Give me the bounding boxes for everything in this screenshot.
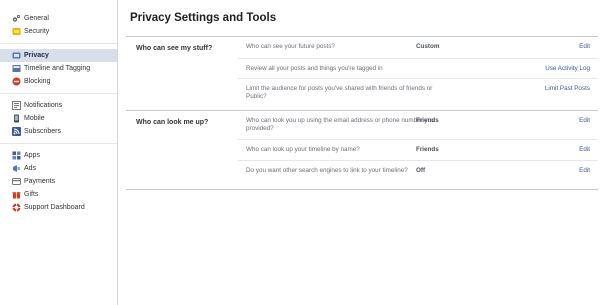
- sidebar-item-blocking[interactable]: Blocking: [0, 75, 117, 88]
- sidebar-item-label: Privacy: [24, 52, 49, 59]
- settings-row-lookup-email-phone: Who can look you up using the email addr…: [238, 111, 598, 140]
- limit-past-posts-link[interactable]: Limit Past Posts: [545, 85, 590, 92]
- sidebar-item-label: Blocking: [24, 78, 51, 85]
- apps-icon: [12, 151, 21, 160]
- section-who-can-see-my-stuff: Who can see my stuff? Who can see your f…: [126, 37, 598, 110]
- sidebar-item-general[interactable]: General: [0, 12, 117, 25]
- edit-future-posts-link[interactable]: Edit: [579, 43, 590, 50]
- rss-icon: [12, 127, 21, 136]
- setting-value: Off: [416, 167, 426, 174]
- section-label: Who can see my stuff?: [136, 45, 213, 52]
- privacy-settings-panel: Privacy Settings and Tools Who can see m…: [118, 0, 600, 305]
- sidebar-divider: [0, 93, 117, 94]
- sidebar-item-ads[interactable]: Ads: [0, 162, 117, 175]
- sidebar-item-payments[interactable]: Payments: [0, 175, 117, 188]
- section-who-can-look-me-up: Who can look me up? Who can look you up …: [126, 111, 598, 189]
- sidebar-item-label: Apps: [24, 152, 40, 159]
- sidebar-group-notifications: Notifications Mobile Subscribers: [0, 99, 117, 138]
- edit-search-engines-link[interactable]: Edit: [579, 167, 590, 174]
- payments-icon: [12, 177, 21, 186]
- timeline-icon: [12, 64, 21, 73]
- edit-lookup-name-link[interactable]: Edit: [579, 146, 590, 153]
- gears-icon: [12, 14, 21, 23]
- sidebar-item-label: Timeline and Tagging: [24, 65, 91, 72]
- sidebar-item-label: Notifications: [24, 102, 63, 109]
- edit-lookup-email-link[interactable]: Edit: [579, 117, 590, 124]
- ads-icon: [12, 164, 21, 173]
- sidebar-divider: [0, 143, 117, 144]
- sidebar-item-label: Support Dashboard: [24, 204, 85, 211]
- sidebar-item-apps[interactable]: Apps: [0, 149, 117, 162]
- sidebar-item-label: Gifts: [24, 191, 39, 198]
- sidebar-item-label: Mobile: [24, 115, 45, 122]
- settings-row-search-engines: Do you want other search engines to link…: [238, 161, 598, 189]
- sidebar-divider: [0, 43, 117, 44]
- setting-value: Custom: [416, 43, 440, 50]
- setting-question: Who can look up your timeline by name?: [246, 146, 360, 153]
- sidebar-item-timeline-and-tagging[interactable]: Timeline and Tagging: [0, 62, 117, 75]
- shield-badge-icon: [12, 27, 21, 36]
- page-title: Privacy Settings and Tools: [130, 12, 277, 24]
- settings-row-limit-past-posts: Limit the audience for posts you've shar…: [238, 79, 598, 110]
- sidebar-group-apps: Apps Ads Payments Gifts Support Dashboar…: [0, 149, 117, 214]
- sidebar-item-support-dashboard[interactable]: Support Dashboard: [0, 201, 117, 214]
- setting-question: Review all your posts and things you're …: [246, 65, 383, 72]
- sidebar-item-gifts[interactable]: Gifts: [0, 188, 117, 201]
- sidebar-item-notifications[interactable]: Notifications: [0, 99, 117, 112]
- mobile-icon: [12, 114, 21, 123]
- notifications-icon: [12, 101, 21, 110]
- settings-sidebar: General Security Privacy Timeline and Ta…: [0, 0, 118, 305]
- settings-row-future-posts: Who can see your future posts? Custom Ed…: [238, 37, 598, 59]
- sidebar-item-label: Security: [24, 28, 50, 35]
- lifebuoy-icon: [12, 203, 21, 212]
- sidebar-group-account: General Security: [0, 12, 117, 38]
- sidebar-item-subscribers[interactable]: Subscribers: [0, 125, 117, 138]
- settings-row-review-posts: Review all your posts and things you're …: [238, 59, 598, 79]
- settings-row-lookup-by-name: Who can look up your timeline by name? F…: [238, 140, 598, 161]
- sidebar-item-label: General: [24, 15, 49, 22]
- use-activity-log-link[interactable]: Use Activity Log: [545, 65, 590, 72]
- setting-question: Who can look you up using the email addr…: [246, 117, 435, 132]
- sidebar-group-privacy: Privacy Timeline and Tagging Blocking: [0, 49, 117, 88]
- setting-value: Friends: [416, 146, 439, 153]
- section-label: Who can look me up?: [136, 119, 209, 126]
- block-icon: [12, 77, 21, 86]
- gift-icon: [12, 190, 21, 199]
- sidebar-item-label: Payments: [24, 178, 56, 185]
- sidebar-item-security[interactable]: Security: [0, 25, 117, 38]
- setting-question: Limit the audience for posts you've shar…: [246, 85, 433, 100]
- lock-icon: [12, 51, 21, 60]
- sidebar-item-label: Ads: [24, 165, 37, 172]
- setting-question: Who can see your future posts?: [246, 43, 335, 50]
- setting-question: Do you want other search engines to link…: [246, 167, 408, 174]
- sidebar-item-label: Subscribers: [24, 128, 61, 135]
- section-divider: [126, 189, 598, 190]
- sidebar-item-mobile[interactable]: Mobile: [0, 112, 117, 125]
- setting-value: Friends: [416, 117, 439, 124]
- sidebar-item-privacy[interactable]: Privacy: [0, 49, 117, 62]
